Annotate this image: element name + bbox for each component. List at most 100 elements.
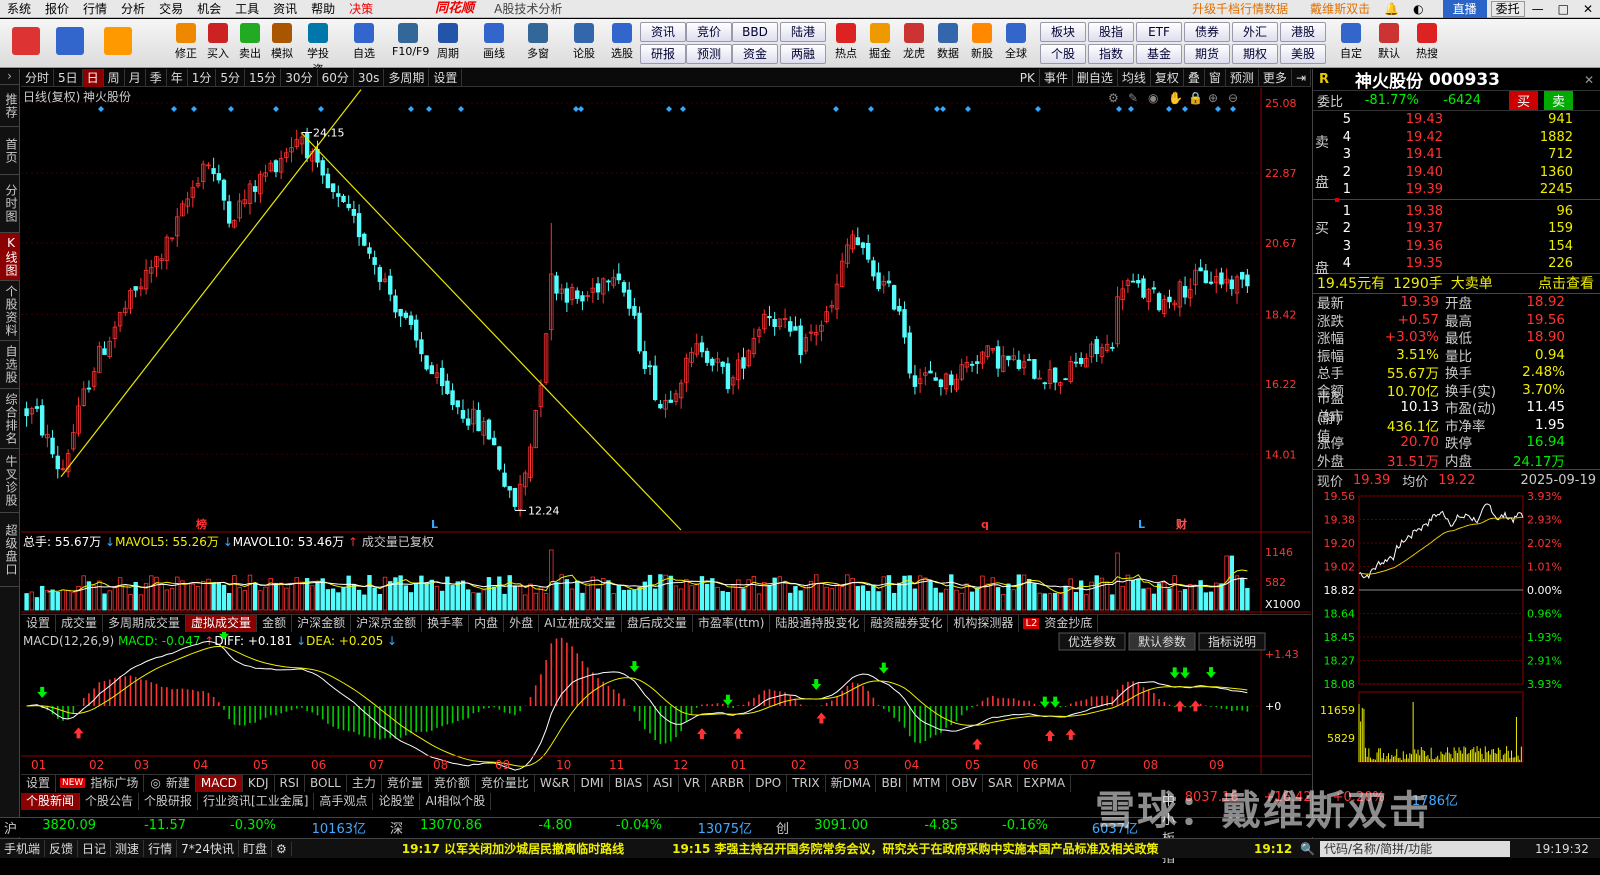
market-button[interactable]: 板块 xyxy=(1040,22,1086,42)
indicator-tab[interactable]: W&R xyxy=(535,774,576,792)
status-item[interactable]: 手机端 xyxy=(0,840,46,857)
maximize-icon[interactable]: □ xyxy=(1551,0,1576,18)
menu-decide[interactable]: 决策 xyxy=(342,0,380,18)
news-ticker-1[interactable]: 19:17 以军关闭加沙城居民撤离临时路线 xyxy=(402,840,624,857)
buy-level[interactable]: 3 19.36 154 xyxy=(1313,238,1600,256)
event-diamond-icon[interactable] xyxy=(1116,106,1122,112)
event-diamond-icon[interactable] xyxy=(426,106,432,112)
period-tab[interactable]: 30s xyxy=(354,68,385,87)
buy-level[interactable]: 1 19.38 96 xyxy=(1313,203,1600,221)
globe-button[interactable]: 全球 xyxy=(1000,21,1032,66)
lock-icon[interactable]: 🔒 xyxy=(1188,91,1203,105)
status-item[interactable]: 测速 xyxy=(111,840,145,857)
buy-button[interactable]: 买入 xyxy=(202,21,234,66)
volume-tab[interactable]: 融资融券变化 xyxy=(865,615,949,632)
ths-logo-button[interactable] xyxy=(8,21,44,66)
graduation-button[interactable]: 学投资 xyxy=(302,21,334,76)
quick-button[interactable]: 两融 xyxy=(780,44,826,64)
indicator-tab[interactable]: ASI xyxy=(648,774,679,792)
robot-button[interactable] xyxy=(52,21,88,66)
left-tab[interactable]: K线图 xyxy=(0,233,20,281)
indicator-tab[interactable]: 竞价量比 xyxy=(476,774,535,792)
left-tab[interactable]: 个股资料 xyxy=(0,281,20,341)
period-tab[interactable]: 多周期 xyxy=(384,68,430,87)
buy-button[interactable]: 买 xyxy=(1509,91,1539,110)
sell-level[interactable]: 2 19.40 1360 xyxy=(1313,164,1600,182)
left-tab[interactable]: 综合排名 xyxy=(0,389,20,449)
period-tab[interactable]: 日 xyxy=(82,68,104,87)
indicator-tab[interactable]: OBV xyxy=(947,774,984,792)
menu-item[interactable]: 资讯 xyxy=(266,0,304,18)
close-panel-icon[interactable]: ✕ xyxy=(1584,73,1594,87)
event-diamond-icon[interactable] xyxy=(228,106,234,112)
custom-button[interactable]: 自定 xyxy=(1334,21,1368,66)
event-marker[interactable]: 财 xyxy=(1175,517,1187,531)
period-tool[interactable]: 事件 xyxy=(1040,68,1073,87)
pen-button[interactable]: 画线 xyxy=(478,21,510,66)
menu-item[interactable]: 机会 xyxy=(190,0,228,18)
volume-tab[interactable]: 设置 xyxy=(21,615,57,632)
kline-svg[interactable]: 日线(复权) 神火股份 25.08 22.87 20.67 18.42 16.22 14.01… xyxy=(21,88,1311,838)
quick-button[interactable]: 研报 xyxy=(640,44,686,64)
event-diamond-icon[interactable] xyxy=(1166,106,1172,112)
market-button[interactable]: 指数 xyxy=(1088,44,1134,64)
event-diamond-icon[interactable] xyxy=(408,106,414,112)
left-tab[interactable]: 超级盘口 xyxy=(0,513,20,587)
event-diamond-icon[interactable] xyxy=(273,106,279,112)
kline-chart-area[interactable]: 日线(复权) 神火股份 25.08 22.87 20.67 18.42 16.22 14.01… xyxy=(21,88,1311,838)
indicator-tab[interactable]: 主力 xyxy=(347,774,382,792)
bell-icon[interactable]: 🔔 xyxy=(1377,0,1406,18)
brush-icon[interactable]: ✎ xyxy=(1128,91,1138,105)
eye-icon[interactable]: ◉ xyxy=(1148,91,1158,105)
menu-item[interactable]: 报价 xyxy=(38,0,76,18)
sell-button[interactable]: 卖出 xyxy=(234,21,266,66)
info-tab[interactable]: 个股新闻 xyxy=(21,792,81,810)
star-button[interactable]: 自选 xyxy=(348,21,380,66)
period-tab[interactable]: 30分 xyxy=(281,68,318,87)
volume-tab[interactable]: 沪深金额 xyxy=(292,615,352,632)
left-tab[interactable]: 自选股 xyxy=(0,341,20,389)
volume-tab[interactable]: 陆股通持股变化 xyxy=(770,615,866,632)
zoomin-icon[interactable]: ⊕ xyxy=(1208,91,1218,105)
status-item[interactable]: 盯盘 xyxy=(239,840,272,857)
period-tool[interactable]: 预测 xyxy=(1226,68,1259,87)
volume-tab[interactable]: 金额 xyxy=(257,615,293,632)
market-button[interactable]: 个股 xyxy=(1040,44,1086,64)
intraday-svg[interactable]: 19.56 3.93% 19.38 2.93% 19.20 2.02% 19.02 1.01%… xyxy=(1313,490,1600,770)
volume-tab[interactable]: 资金抄底 xyxy=(1039,615,1099,632)
indicator-tab[interactable]: TRIX xyxy=(787,774,826,792)
menu-item[interactable]: 行情 xyxy=(76,0,114,18)
hammer-button[interactable]: 模拟 xyxy=(266,21,298,66)
event-diamond-icon[interactable] xyxy=(191,106,197,112)
indicator-tab[interactable]: 设置 xyxy=(21,774,57,792)
menu-item[interactable]: 交易 xyxy=(152,0,190,18)
left-tab[interactable]: 分时图 xyxy=(0,175,20,233)
event-diamond-icon[interactable] xyxy=(833,106,839,112)
market-button[interactable]: 基金 xyxy=(1136,44,1182,64)
volume-tab[interactable]: 多周期成交量 xyxy=(103,615,187,632)
indicator-tab[interactable]: VR xyxy=(679,774,707,792)
period-tab[interactable]: 周 xyxy=(104,68,125,87)
period-tool[interactable]: 更多 xyxy=(1259,68,1292,87)
indicator-tab[interactable]: 新DMA xyxy=(826,774,877,792)
event-diamond-icon[interactable] xyxy=(940,106,946,112)
promo-link[interactable]: 升级千档行情数据 xyxy=(1185,0,1295,18)
event-diamond-icon[interactable] xyxy=(98,106,104,112)
event-diamond-icon[interactable] xyxy=(868,106,874,112)
indicator-tab[interactable]: DPO xyxy=(750,774,788,792)
big-order-link[interactable]: 点击查看 xyxy=(1538,273,1594,293)
status-item[interactable]: 行情 xyxy=(144,840,178,857)
pe-button[interactable]: 数据 xyxy=(932,21,964,66)
period-tab[interactable]: 月 xyxy=(125,68,146,87)
event-diamond-icon[interactable] xyxy=(1128,106,1134,112)
volume-tab[interactable]: AI立桩成交量 xyxy=(539,615,622,632)
index-item[interactable]: 沪 3820.09 -11.57 -0.30% 10163亿 xyxy=(0,818,386,837)
quick-button[interactable]: 陆港 xyxy=(780,22,826,42)
period-tab[interactable]: 设置 xyxy=(429,68,463,87)
trend-line-down[interactable] xyxy=(300,132,682,531)
volume-tab[interactable]: 虚拟成交量 xyxy=(186,615,258,632)
info-tab[interactable]: 高手观点 xyxy=(314,792,374,810)
volume-tab[interactable]: 内盘 xyxy=(469,615,505,632)
event-diamond-icon[interactable] xyxy=(1215,106,1221,112)
volume-tab[interactable]: 盘后成交量 xyxy=(622,615,693,632)
